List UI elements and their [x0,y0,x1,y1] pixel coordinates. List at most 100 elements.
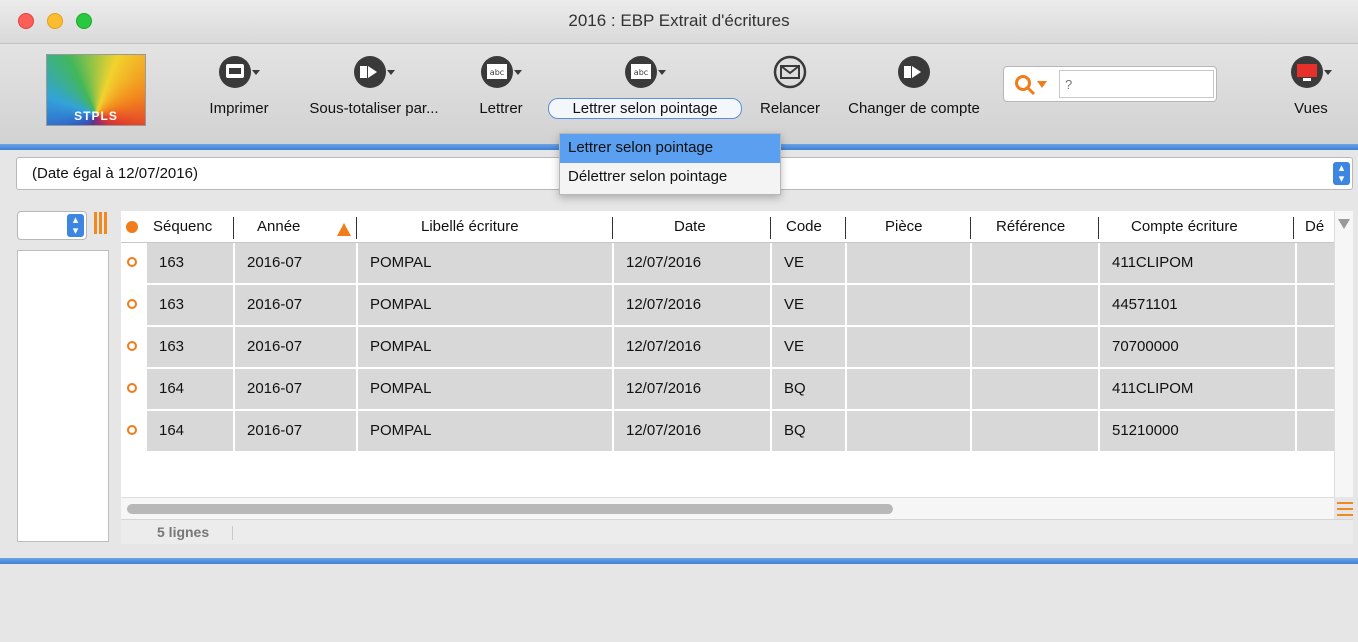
toolbar: STPLS Imprimer Sous-totaliser par... abc… [0,44,1358,144]
cell-compte: 70700000 [1098,327,1295,367]
left-selector-stepper-icon[interactable]: ▴ ▾ [67,214,84,237]
cell-date: 12/07/2016 [612,285,770,325]
column-header-reference[interactable]: Référence [996,211,1096,243]
cell-sequence: 163 [145,285,233,325]
column-header-sequence[interactable]: Séquenc [153,211,233,243]
sort-ascending-icon[interactable] [337,223,351,236]
table-row[interactable]: 163 2016-07 POMPAL 12/07/2016 VE 4457110… [121,285,1334,325]
cell-de [1295,285,1334,325]
cell-compte: 411CLIPOM [1098,369,1295,409]
column-menu-triangle-icon[interactable] [1335,211,1353,233]
cell-annee: 2016-07 [233,243,356,283]
cell-reference [970,243,1098,283]
vertical-scrollbar[interactable] [1334,211,1353,497]
letter-abc-icon: abc [481,56,522,88]
filter-stepper-icon[interactable]: ▴ ▾ [1333,162,1350,185]
sort-indicator-dot-icon[interactable] [126,221,138,233]
row-status-icon [127,425,137,435]
cell-annee: 2016-07 [233,411,356,451]
printer-icon [219,56,260,88]
cell-sequence: 164 [145,369,233,409]
search-icon[interactable] [1014,73,1054,97]
horizontal-scrollbar-thumb[interactable] [127,504,893,514]
cell-date: 12/07/2016 [612,327,770,367]
left-list-panel [17,250,109,542]
change-account-label: Changer de compte [848,100,980,117]
cell-reference [970,327,1098,367]
cell-sequence: 163 [145,243,233,283]
subtotal-label: Sous-totaliser par... [309,100,439,117]
table-row[interactable]: 163 2016-07 POMPAL 12/07/2016 VE 7070000… [121,327,1334,367]
cell-annee: 2016-07 [233,285,356,325]
column-header-code[interactable]: Code [786,211,836,243]
remind-button[interactable]: Relancer [748,52,832,117]
left-selector[interactable]: ▴ ▾ [17,211,87,240]
envelope-icon [773,55,807,89]
row-status-icon [127,299,137,309]
table-row[interactable]: 164 2016-07 POMPAL 12/07/2016 BQ 411CLIP… [121,369,1334,409]
cell-annee: 2016-07 [233,369,356,409]
column-header-annee[interactable]: Année [257,211,327,243]
column-header-de[interactable]: Dé [1305,211,1331,243]
cell-piece [845,411,970,451]
cell-libelle: POMPAL [356,243,612,283]
display-icon [1291,56,1332,88]
horizontal-scrollbar[interactable] [121,497,1334,519]
cell-piece [845,243,970,283]
cell-code: VE [770,243,845,283]
table-row[interactable]: 163 2016-07 POMPAL 12/07/2016 VE 411CLIP… [121,243,1334,283]
cell-annee: 2016-07 [233,327,356,367]
column-header-compte[interactable]: Compte écriture [1131,211,1281,243]
views-button[interactable]: Vues [1280,52,1342,117]
search-input[interactable] [1059,70,1214,98]
svg-text:abc: abc [634,68,648,77]
app-window: 2016 : EBP Extrait d'écritures STPLS Imp… [0,0,1358,642]
subtotal-button[interactable]: Sous-totaliser par... [292,52,456,117]
cell-piece [845,369,970,409]
subtotal-arrow-icon [354,56,395,88]
cell-de [1295,369,1334,409]
cell-sequence: 163 [145,327,233,367]
hamburger-menu-icon[interactable] [1337,502,1353,516]
menu-item-unletter-by-check[interactable]: Délettrer selon pointage [560,163,780,192]
letter-by-check-button[interactable]: abc Lettrer selon pointage [548,52,742,119]
letter-button[interactable]: abc Lettrer [466,52,536,117]
print-button[interactable]: Imprimer [196,52,282,117]
title-bar: 2016 : EBP Extrait d'écritures [0,0,1358,44]
print-label: Imprimer [209,100,269,117]
svg-text:abc: abc [490,68,504,77]
letter-by-check-label: Lettrer selon pointage [548,98,742,119]
cell-date: 12/07/2016 [612,411,770,451]
cell-piece [845,285,970,325]
cell-date: 12/07/2016 [612,369,770,409]
cell-code: VE [770,285,845,325]
cell-date: 12/07/2016 [612,243,770,283]
cell-piece [845,327,970,367]
status-separator [232,526,233,540]
cell-code: VE [770,327,845,367]
column-header-date[interactable]: Date [674,211,754,243]
columns-toggle-icon[interactable] [94,212,110,234]
table-row[interactable]: 164 2016-07 POMPAL 12/07/2016 BQ 5121000… [121,411,1334,451]
status-bar: 5 lignes [121,519,1353,544]
change-account-arrow-icon [898,56,930,88]
cell-compte: 44571101 [1098,285,1295,325]
change-account-button[interactable]: Changer de compte [834,52,994,117]
cell-code: BQ [770,411,845,451]
company-logo: STPLS [46,54,146,126]
cell-reference [970,285,1098,325]
cell-de [1295,327,1334,367]
window-title: 2016 : EBP Extrait d'écritures [568,11,790,30]
line-count: 5 lignes [157,524,210,540]
column-header-piece[interactable]: Pièce [885,211,945,243]
menu-item-letter-by-check[interactable]: Lettrer selon pointage [560,134,780,163]
cell-code: BQ [770,369,845,409]
views-label: Vues [1294,100,1328,117]
column-header-libelle[interactable]: Libellé écriture [421,211,601,243]
remind-label: Relancer [759,100,821,117]
cell-de [1295,243,1334,283]
table-header: Séquenc Année Libellé écriture Date Code… [121,211,1334,243]
cell-compte: 51210000 [1098,411,1295,451]
entries-table: Séquenc Année Libellé écriture Date Code… [121,211,1334,497]
cell-libelle: POMPAL [356,327,612,367]
